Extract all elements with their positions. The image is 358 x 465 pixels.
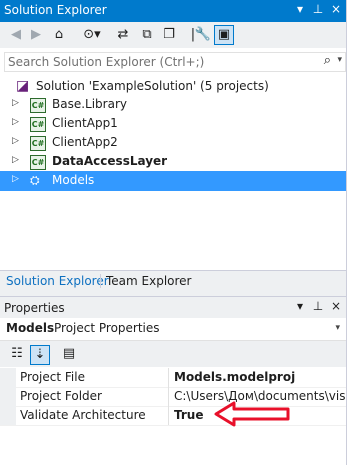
properties-window-buttons: ▾ ⊥ ×	[294, 299, 342, 313]
dropdown-icon[interactable]: ▾	[294, 299, 306, 313]
property-row-project-file[interactable]: Project File Models.modelproj	[0, 368, 346, 388]
property-row-validate-architecture[interactable]: Validate Architecture True	[0, 406, 346, 426]
search-options-dropdown-icon[interactable]: ▾	[337, 55, 342, 65]
preview-icon[interactable]: ▣	[214, 25, 234, 45]
tree-item-base-library[interactable]: ▷ C# Base.Library	[0, 95, 346, 115]
solution-explorer-title: Solution Explorer	[4, 3, 107, 17]
tree-item-label: Models	[52, 173, 95, 187]
tree-item-label: ClientApp1	[52, 116, 118, 130]
tree-item-label: DataAccessLayer	[52, 154, 168, 168]
pin-icon[interactable]: ⊥	[312, 2, 324, 16]
csharp-project-icon: C#	[30, 117, 46, 132]
pin-icon[interactable]: ⊥	[312, 299, 324, 313]
csharp-project-icon: C#	[30, 98, 46, 113]
pending-changes-filter-icon[interactable]: ⊙▾	[80, 26, 104, 44]
tree-item-label: Solution 'ExampleSolution' (5 projects)	[36, 79, 269, 93]
object-name: Models	[6, 321, 55, 335]
property-pages-icon[interactable]: ▤	[60, 345, 78, 363]
tab-solution-explorer[interactable]: Solution Explorer	[6, 274, 109, 288]
categorized-icon[interactable]: ☷	[8, 345, 26, 363]
chevron-down-icon[interactable]: ▾	[335, 323, 340, 333]
column-divider[interactable]	[168, 406, 169, 425]
explorer-tab-strip: Solution Explorer Team Explorer	[0, 270, 346, 291]
column-divider[interactable]	[168, 368, 169, 387]
column-divider[interactable]	[168, 387, 169, 406]
annotation-arrow-icon	[214, 401, 290, 427]
property-value[interactable]: Models.modelproj	[174, 370, 346, 384]
properties-wrench-icon[interactable]: 🔧	[194, 26, 212, 44]
property-key: Project Folder	[20, 389, 102, 403]
tab-team-explorer[interactable]: Team Explorer	[106, 274, 192, 288]
property-row-project-folder[interactable]: Project Folder C:\Users\Дом\documents\vi…	[0, 387, 346, 407]
row-gutter	[0, 387, 16, 406]
tree-item-label: ClientApp2	[52, 135, 118, 149]
properties-titlebar: Properties ▾ ⊥ ×	[0, 296, 346, 319]
solution-explorer-window-buttons: ▾ ⊥ ×	[294, 2, 342, 16]
dropdown-icon[interactable]: ▾	[294, 2, 306, 16]
row-gutter	[0, 368, 16, 387]
csharp-project-icon: C#	[30, 136, 46, 151]
collapse-all-icon[interactable]: ⧉	[138, 26, 156, 44]
property-key: Project File	[20, 370, 85, 384]
tree-item-models[interactable]: ▷ ⛭ Models	[0, 171, 346, 191]
expand-arrow-icon[interactable]: ▷	[12, 98, 19, 108]
tree-item-label: Base.Library	[52, 97, 127, 111]
show-all-files-icon[interactable]: ❐	[160, 26, 178, 44]
tab-divider	[100, 274, 101, 288]
object-type: Project Properties	[54, 321, 160, 335]
forward-icon[interactable]: ▶	[28, 26, 44, 44]
tree-item-dataaccesslayer[interactable]: ▷ C# DataAccessLayer	[0, 152, 346, 172]
search-box[interactable]: Search Solution Explorer (Ctrl+;) ⌕ ▾	[4, 52, 346, 72]
tree-item-solution[interactable]: ◪ Solution 'ExampleSolution' (5 projects…	[0, 77, 346, 97]
modeling-project-icon: ⛭	[30, 173, 40, 187]
close-icon[interactable]: ×	[330, 299, 342, 313]
property-key: Validate Architecture	[20, 408, 146, 422]
csharp-project-icon: C#	[30, 155, 46, 170]
tree-item-clientapp1[interactable]: ▷ C# ClientApp1	[0, 114, 346, 134]
solution-explorer-toolbar: ◀ ▶ ⌂ ⊙▾ ⇄ ⧉ ❐ | 🔧 ▣	[0, 22, 346, 48]
sync-icon[interactable]: ⇄	[114, 26, 132, 44]
expand-arrow-icon[interactable]: ▷	[12, 174, 19, 184]
row-gutter	[0, 406, 16, 425]
expand-arrow-icon[interactable]: ▷	[12, 155, 19, 165]
properties-title: Properties	[4, 301, 65, 315]
search-icon[interactable]: ⌕	[324, 53, 331, 68]
properties-toolbar: ☷ ⇣ ▤	[0, 341, 346, 367]
tree-item-clientapp2[interactable]: ▷ C# ClientApp2	[0, 133, 346, 153]
back-icon[interactable]: ◀	[8, 26, 24, 44]
alphabetical-sort-icon[interactable]: ⇣	[30, 345, 50, 365]
adjacent-window-edge	[346, 0, 358, 465]
expand-arrow-icon[interactable]: ▷	[12, 136, 19, 146]
search-placeholder: Search Solution Explorer (Ctrl+;)	[8, 55, 205, 69]
close-icon[interactable]: ×	[330, 2, 342, 16]
solution-icon: ◪	[16, 78, 30, 94]
solution-explorer-titlebar: Solution Explorer ▾ ⊥ ×	[0, 0, 346, 22]
object-selector[interactable]: Models Project Properties ▾	[0, 318, 346, 341]
home-icon[interactable]: ⌂	[50, 26, 68, 44]
expand-arrow-icon[interactable]: ▷	[12, 117, 19, 127]
